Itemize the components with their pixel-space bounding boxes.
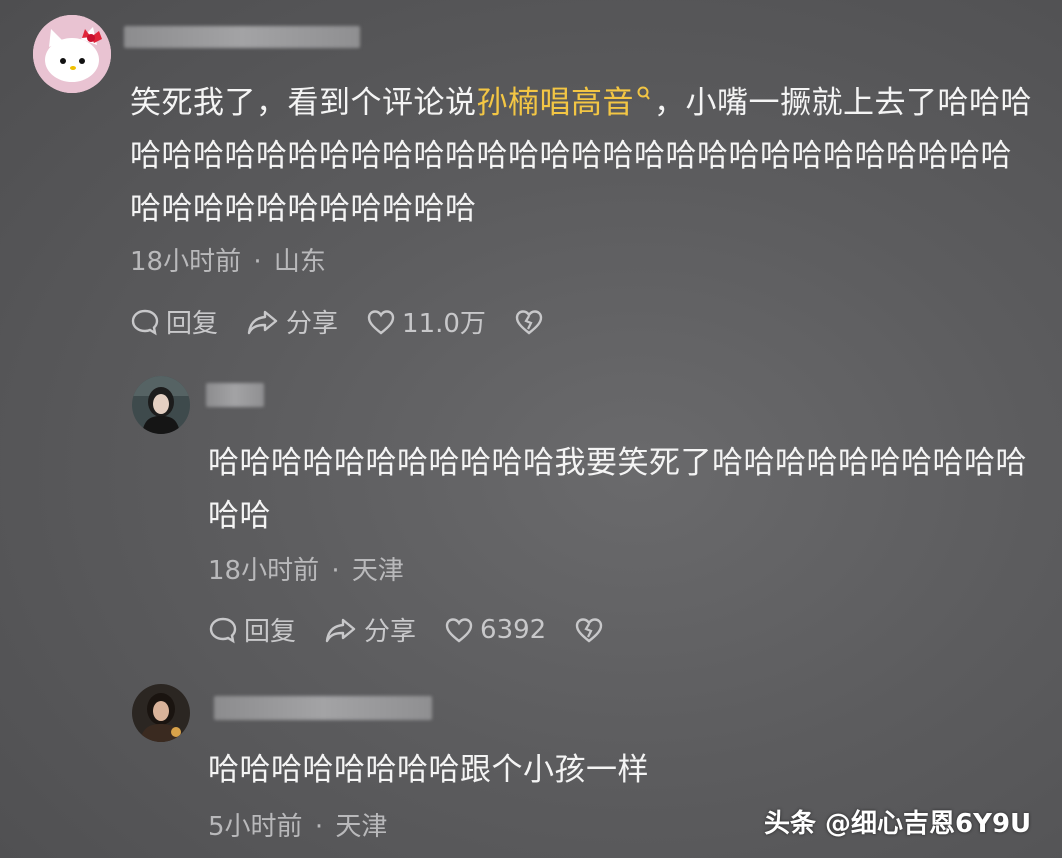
share-arrow-icon	[247, 310, 278, 334]
speech-bubble-icon	[209, 617, 237, 643]
comment-location: 天津	[351, 556, 404, 586]
comment-text-pre: 笑死我了，看到个评论说	[130, 85, 477, 121]
comment-text: 哈哈哈哈哈哈哈哈跟个小孩一样	[208, 752, 649, 788]
share-label: 分享	[364, 617, 417, 647]
reply-label: 回复	[244, 617, 297, 647]
comment-time: 5小时前	[208, 812, 303, 842]
share-button[interactable]: 分享	[324, 611, 416, 648]
reply-button[interactable]: 回复	[130, 303, 218, 340]
share-button[interactable]: 分享	[246, 303, 338, 340]
watermark: 头条 @细心吉恩6Y9U	[764, 809, 1032, 839]
user-photo-avatar-icon	[132, 684, 190, 742]
hello-kitty-avatar-icon	[33, 15, 111, 93]
broken-heart-icon	[576, 617, 603, 643]
meta-separator: ·	[253, 247, 262, 277]
broken-heart-icon	[515, 309, 543, 335]
like-count: 6392	[480, 614, 547, 645]
comment-meta: 18小时前 · 天津	[208, 550, 404, 587]
comment-text: 哈哈哈哈哈哈哈哈哈哈哈我要笑死了哈哈哈哈哈哈哈哈哈哈哈哈	[208, 445, 1027, 534]
like-count: 11.0万	[402, 309, 486, 339]
comment-actions: 回复 分享 11.0万	[130, 303, 578, 340]
comment-location: 山东	[273, 247, 326, 277]
avatar[interactable]	[33, 15, 111, 93]
comment-time: 18小时前	[208, 556, 320, 586]
username-blurred[interactable]	[214, 696, 432, 720]
search-icon[interactable]	[636, 85, 652, 105]
avatar[interactable]	[132, 376, 190, 434]
like-button[interactable]: 11.0万	[366, 303, 486, 340]
comment-actions: 回复 分享 6392	[208, 611, 638, 648]
avatar[interactable]	[132, 684, 190, 742]
speech-bubble-icon	[131, 309, 159, 335]
username-blurred[interactable]	[124, 26, 360, 48]
comment-time: 18小时前	[130, 247, 242, 277]
search-highlight-link[interactable]: 孙楠唱高音	[477, 85, 635, 121]
user-photo-avatar-icon	[132, 376, 190, 434]
dislike-button[interactable]	[514, 307, 550, 337]
meta-separator: ·	[331, 556, 340, 586]
comment-meta: 5小时前 · 天津	[208, 806, 387, 843]
like-button[interactable]: 6392	[444, 615, 546, 645]
meta-separator: ·	[314, 812, 324, 842]
heart-icon	[445, 617, 473, 643]
heart-icon	[367, 309, 395, 335]
comment-meta: 18小时前 · 山东	[130, 241, 326, 278]
reply-button[interactable]: 回复	[208, 611, 296, 648]
username-blurred[interactable]	[206, 383, 264, 407]
comment-location: 天津	[335, 812, 388, 842]
share-label: 分享	[286, 309, 339, 339]
share-arrow-icon	[325, 618, 356, 642]
reply-label: 回复	[166, 309, 219, 339]
comment-text: 笑死我了，看到个评论说孙楠唱高音 ，小嘴一撅就上去了哈哈哈哈哈哈哈哈哈哈哈哈哈哈哈…	[130, 77, 1035, 236]
dislike-button[interactable]	[574, 615, 610, 645]
